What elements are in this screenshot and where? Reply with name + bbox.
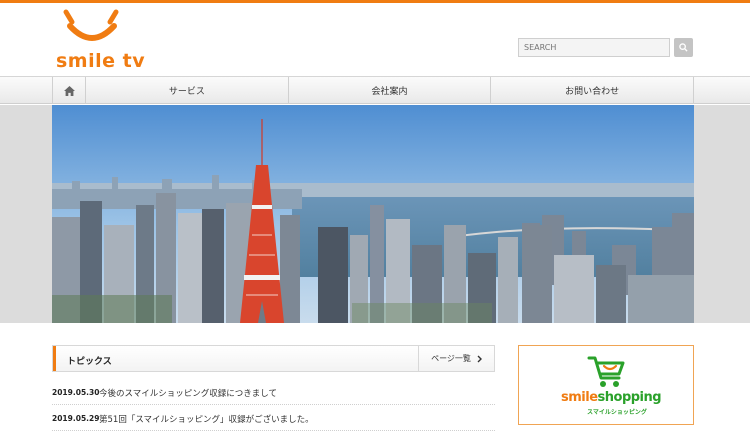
home-icon	[63, 85, 75, 96]
topics-title: トピックス	[67, 357, 112, 367]
search-button[interactable]	[674, 38, 693, 57]
banner-logo-smile: smile	[561, 390, 598, 405]
topics-more-label: ページ一覧	[431, 354, 471, 363]
news-item[interactable]: 2019.05.30 今後のスマイルショッピング収録につきまして	[52, 383, 495, 405]
topics-more-link[interactable]: ページ一覧	[418, 346, 494, 371]
logo-text: smile tv	[56, 50, 146, 72]
nav-item-service[interactable]: サービス	[86, 77, 289, 104]
nav-home-button[interactable]	[53, 77, 86, 104]
banner-subtitle: スマイルショッピング	[587, 409, 647, 416]
nav-item-contact[interactable]: お問い合わせ	[491, 77, 693, 104]
chevron-right-icon	[477, 355, 482, 362]
news-title[interactable]: 今後のスマイルショッピング収録につきまして	[99, 387, 277, 399]
topics-header: トピックス ページ一覧	[52, 345, 495, 372]
smile-logo-icon	[63, 9, 119, 41]
topics-accent-bar	[53, 346, 56, 371]
shopping-cart-icon	[587, 356, 625, 387]
hero-image	[52, 105, 694, 323]
search-icon	[679, 43, 688, 52]
news-date: 2019.05.30	[52, 388, 100, 397]
top-accent-bar	[0, 0, 750, 3]
smile-shopping-banner[interactable]: smileshopping スマイルショッピング	[518, 345, 694, 425]
nav-item-company[interactable]: 会社案内	[289, 77, 492, 104]
banner-logo-text: smileshopping	[561, 390, 662, 405]
news-item[interactable]: 2019.05.29 第51回「スマイルショッピング」収録がございました。	[52, 409, 495, 431]
banner-logo-shopping: shopping	[597, 390, 662, 405]
main-navigation: サービス 会社案内 お問い合わせ	[0, 76, 750, 104]
search-input[interactable]	[518, 38, 670, 57]
news-title[interactable]: 第51回「スマイルショッピング」収録がございました。	[99, 413, 314, 425]
smile-tv-logo[interactable]: smile tv	[56, 8, 146, 72]
